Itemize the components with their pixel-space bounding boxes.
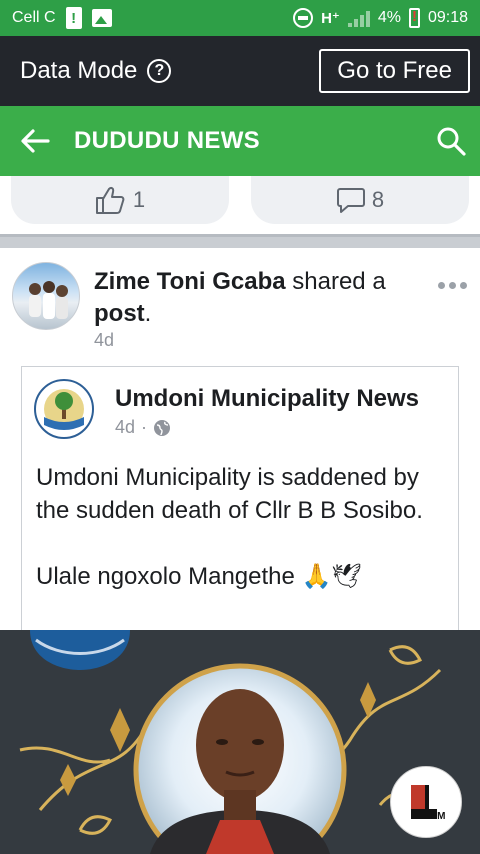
signal-icon [347, 9, 370, 27]
shared-timestamp: 4d [115, 417, 136, 437]
app-header: DUDUDU NEWS [0, 106, 480, 176]
comment-icon [336, 188, 365, 213]
data-mode-bar: Data Mode ? Go to Free [0, 36, 480, 106]
clock: 09:18 [427, 9, 468, 26]
comment-button[interactable]: 8 [251, 176, 469, 224]
like-button[interactable]: 1 [11, 176, 229, 224]
network-type: H⁺ [321, 10, 340, 27]
post-body-line-1: Umdoni Municipality is saddened by the s… [36, 464, 423, 524]
radio-station-badge[interactable]: FM [390, 766, 462, 838]
post-header-text: Zime Toni Gcaba shared a post. [94, 266, 430, 330]
meta-separator: · [141, 417, 148, 437]
svg-text:FM: FM [431, 811, 445, 822]
thumbs-up-icon [95, 187, 125, 214]
municipality-logo[interactable] [34, 379, 94, 439]
author-name[interactable]: Zime Toni Gcaba [94, 268, 286, 295]
post-body-line-2: Ulale ngoxolo Mangethe 🙏🕊 [36, 563, 362, 590]
shared-page-name[interactable]: Umdoni Municipality News [115, 385, 419, 413]
shared-post-card[interactable]: Umdoni Municipality News 4d · Umdoni Mun… [21, 366, 459, 636]
feed-divider [0, 234, 480, 248]
shared-post-text: Umdoni Municipality is saddened by the s… [36, 461, 446, 626]
shared-meta: 4d · [115, 417, 171, 438]
punctuation: . [144, 300, 152, 327]
reaction-row: 1 8 [0, 176, 480, 234]
status-bar: Cell C ! H⁺ 4% 09:18 [0, 0, 480, 36]
alert-box-icon: ! [65, 7, 82, 29]
data-mode-label: Data Mode [20, 57, 138, 84]
post-timestamp: 4d [94, 330, 115, 350]
gallery-icon [91, 9, 112, 27]
battery-low-icon [408, 8, 420, 28]
comment-count: 8 [371, 187, 385, 212]
post-link[interactable]: post [94, 300, 145, 327]
carrier-label: Cell C [12, 9, 56, 26]
back-arrow-icon[interactable] [18, 124, 52, 158]
globe-icon [154, 419, 171, 436]
data-saver-icon [293, 8, 314, 28]
avatar[interactable] [12, 262, 80, 330]
feed-post: Zime Toni Gcaba shared a post. 4d Umdoni… [0, 248, 480, 636]
search-icon[interactable] [434, 124, 468, 158]
like-count: 1 [132, 187, 146, 212]
page-title: DUDUDU NEWS [74, 127, 260, 154]
more-options-icon[interactable] [438, 282, 467, 289]
go-to-free-button[interactable]: Go to Free [319, 49, 470, 93]
share-action: shared a [285, 268, 386, 295]
help-icon[interactable]: ? [147, 59, 172, 83]
battery-percent: 4% [377, 9, 401, 26]
